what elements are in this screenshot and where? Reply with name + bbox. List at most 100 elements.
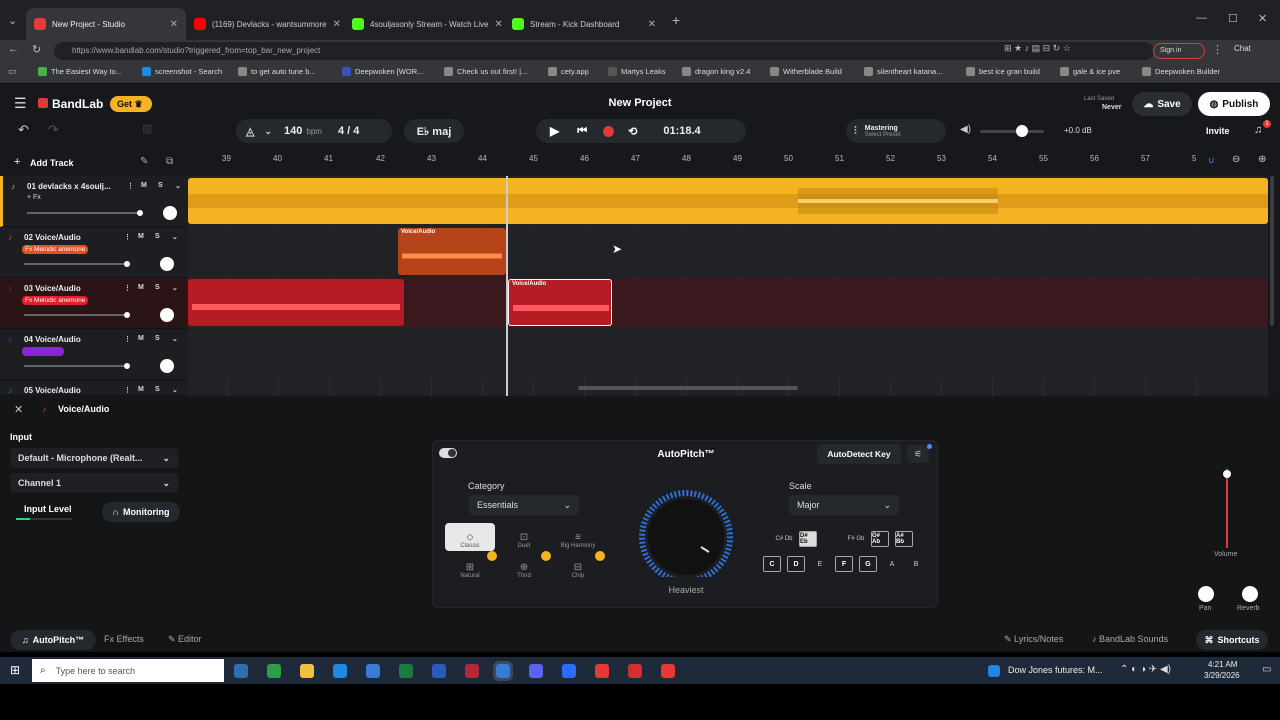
solo-button[interactable]: S: [158, 182, 163, 189]
track-volume-slider[interactable]: [24, 261, 130, 267]
key-d-sharp[interactable]: D# Eb: [799, 531, 817, 547]
bookmark-item[interactable]: Deepwoken [WOR...: [342, 67, 423, 76]
bookmark-item[interactable]: screenshot - Search: [142, 67, 222, 76]
add-fx-button[interactable]: + Fx: [27, 194, 41, 201]
solo-button[interactable]: S: [155, 386, 160, 393]
bookmark-item[interactable]: silentheart katana...: [864, 67, 942, 76]
key-g-sharp[interactable]: G# Ab: [871, 531, 889, 547]
track-header[interactable]: ♪ 05 Voice/Audio ⋮ M S ⌄: [0, 380, 188, 396]
menu-dots-icon[interactable]: ⋮: [1212, 43, 1223, 56]
pan-knob[interactable]: [163, 206, 177, 220]
menu-dots-icon[interactable]: ⋮: [124, 386, 131, 394]
track-name[interactable]: 01 devlacks x 4soulj...: [27, 182, 111, 191]
magnet-icon[interactable]: ∪: [1208, 155, 1215, 166]
tab-kick-stream[interactable]: 4souljasonly Stream - Watch Live ✕: [344, 8, 504, 40]
audio-clip[interactable]: [188, 279, 404, 326]
taskbar-search[interactable]: ⌕ Type here to search: [32, 659, 224, 682]
monitoring-button[interactable]: ∩ Monitoring: [102, 502, 180, 522]
invite-button[interactable]: Invite: [1206, 126, 1230, 136]
channel-select[interactable]: Channel 1 ⌄: [10, 473, 178, 493]
track-name[interactable]: 02 Voice/Audio: [24, 233, 81, 242]
clock-date[interactable]: 3/29/2026: [1204, 671, 1240, 680]
tab-kick-dashboard[interactable]: Stream - Kick Dashboard ✕: [504, 8, 664, 40]
add-track-button[interactable]: Add Track: [30, 158, 74, 168]
steam-icon[interactable]: [234, 664, 248, 678]
publish-button[interactable]: ◍ Publish: [1198, 92, 1270, 116]
play-icon[interactable]: ▶: [550, 124, 559, 138]
tab-new-project[interactable]: New Project - Studio ✕: [26, 8, 186, 40]
solo-button[interactable]: S: [155, 335, 160, 342]
key-b[interactable]: B: [907, 556, 925, 572]
xbox-icon[interactable]: [267, 664, 281, 678]
vim-icon[interactable]: [399, 664, 413, 678]
mute-button[interactable]: M: [141, 182, 147, 189]
chevron-down-icon[interactable]: ⌄: [175, 182, 181, 190]
new-tab-icon[interactable]: +: [672, 12, 680, 28]
app-icon[interactable]: [628, 664, 642, 678]
track-volume-slider[interactable]: [27, 210, 143, 216]
audio-clip-selected[interactable]: Voice/Audio: [508, 279, 612, 326]
close-icon[interactable]: ✕: [494, 19, 502, 30]
horizontal-scrollbar[interactable]: [578, 386, 798, 390]
slider-thumb[interactable]: [124, 261, 130, 267]
speaker-icon[interactable]: ◀): [960, 124, 971, 135]
track-name[interactable]: 03 Voice/Audio: [24, 284, 81, 293]
tempo-value[interactable]: 140: [284, 125, 302, 137]
chrome-icon[interactable]: [493, 661, 513, 681]
url-field[interactable]: https://www.bandlab.com/studio?triggered…: [54, 42, 1154, 60]
audio-clip[interactable]: Voice/Audio: [398, 228, 506, 275]
track-lane[interactable]: Voice/Audio: [188, 278, 1268, 328]
menu-dots-icon[interactable]: ⋮: [124, 284, 131, 292]
key-e[interactable]: E: [811, 556, 829, 572]
wrench-icon[interactable]: ✎: [140, 156, 148, 167]
windows-start-icon[interactable]: ⊞: [10, 663, 20, 677]
volume-fader[interactable]: [1223, 468, 1231, 548]
slider-thumb[interactable]: [1016, 125, 1028, 137]
track-lane[interactable]: Voice/Audio: [188, 227, 1268, 277]
key-a-sharp[interactable]: A# Bb: [895, 531, 913, 547]
mode-duet[interactable]: ⊡ Duet: [499, 523, 549, 551]
tray-icons[interactable]: ⌃ ◐ ◑ ✈ ◀): [1120, 664, 1171, 675]
menu-dots-icon[interactable]: ⋮: [124, 335, 131, 343]
save-button[interactable]: ☁ Save: [1132, 92, 1192, 116]
store-icon[interactable]: [366, 664, 380, 678]
key-f-sharp[interactable]: F# Gb: [847, 531, 865, 547]
notifications-icon[interactable]: ▭: [1262, 664, 1271, 675]
tab-effects[interactable]: Fx Effects: [104, 634, 144, 644]
tab-editor[interactable]: ✎ Editor: [168, 634, 202, 645]
playhead[interactable]: [506, 176, 508, 396]
tab-youtube[interactable]: (1169) Devlacks - wantsummore ✕: [186, 8, 344, 40]
key-c-sharp[interactable]: C# Db: [775, 531, 793, 547]
key-c[interactable]: C: [763, 556, 781, 572]
close-icon[interactable]: ✕: [648, 19, 656, 30]
settings-sliders-icon[interactable]: ⧉: [166, 156, 173, 167]
edge-icon[interactable]: [333, 664, 347, 678]
mode-classic[interactable]: ⬦ Classic: [445, 523, 495, 551]
tab-list-icon[interactable]: ⌄: [8, 14, 17, 27]
mute-button[interactable]: M: [138, 284, 144, 291]
mastering-selector[interactable]: ⫶ Mastering Select Preset: [846, 119, 946, 143]
track-volume-slider[interactable]: [24, 363, 130, 369]
bookmark-item[interactable]: Deepwoken Builder: [1142, 67, 1220, 76]
track-name[interactable]: 05 Voice/Audio: [24, 386, 81, 395]
menu-dots-icon[interactable]: ⋮: [127, 182, 134, 190]
chevron-down-icon[interactable]: ⌄: [172, 386, 178, 394]
solo-button[interactable]: S: [155, 284, 160, 291]
app-icon[interactable]: [465, 664, 479, 678]
mute-button[interactable]: M: [138, 233, 144, 240]
pan-knob[interactable]: [1198, 586, 1214, 602]
bookmark-item[interactable]: Check us out first! |...: [444, 67, 527, 76]
close-icon[interactable]: ✕: [14, 403, 23, 416]
track-header[interactable]: ♪ 01 devlacks x 4soulj... + Fx ⋮ M S ⌄: [0, 176, 188, 227]
extensions-icon[interactable]: ⊞ ★ ♪ ▤ ⊟ ↻ ☆: [1004, 43, 1071, 54]
fx-preset-tag[interactable]: [22, 347, 64, 356]
key-f[interactable]: F: [835, 556, 853, 572]
apps-icon[interactable]: ▭: [8, 66, 17, 77]
scale-select[interactable]: Major ⌄: [789, 495, 899, 515]
zoom-in-icon[interactable]: ⊕: [1258, 154, 1266, 165]
key-a[interactable]: A: [883, 556, 901, 572]
category-select[interactable]: Essentials ⌄: [469, 495, 579, 515]
mode-big-harmony[interactable]: ≡ Big Harmony: [553, 523, 603, 551]
autodetect-key-button[interactable]: AutoDetect Key: [817, 444, 901, 464]
chat-button[interactable]: Chat: [1234, 44, 1251, 53]
